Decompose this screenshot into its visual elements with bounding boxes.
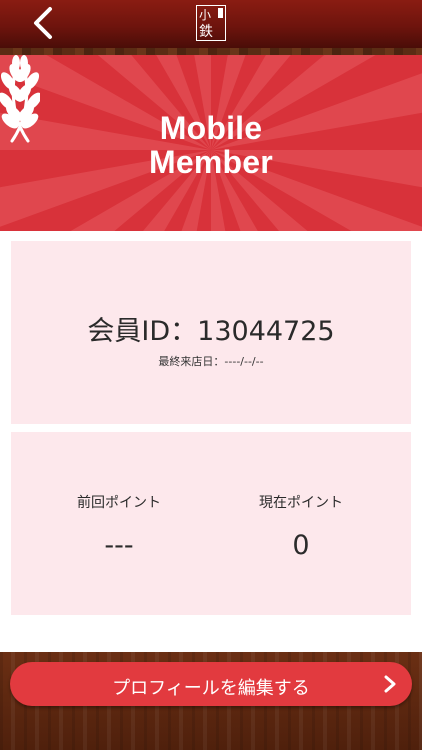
edit-profile-button[interactable]: プロフィールを編集する bbox=[10, 662, 412, 706]
previous-points: 前回ポイント --- bbox=[19, 492, 219, 561]
app-header: 小 鉄 bbox=[0, 0, 422, 48]
banner-title-line1: Mobile bbox=[159, 110, 263, 146]
svg-text:小: 小 bbox=[199, 8, 211, 22]
wood-divider bbox=[0, 48, 422, 55]
brand-logo: 小 鉄 bbox=[196, 5, 226, 41]
back-chevron-icon[interactable] bbox=[28, 6, 60, 40]
chevron-right-icon bbox=[384, 675, 396, 693]
current-points-value: 0 bbox=[292, 530, 310, 561]
banner-title-line2: Member bbox=[149, 144, 273, 180]
svg-text:鉄: 鉄 bbox=[199, 24, 213, 40]
footer-bar: プロフィールを編集する bbox=[0, 652, 422, 750]
member-id-card: 会員ID：13044725 最終来店日：----/--/-- bbox=[11, 241, 411, 424]
member-id-text: 会員ID：13044725 bbox=[87, 316, 335, 347]
edit-profile-label: プロフィールを編集する bbox=[112, 678, 310, 699]
current-points-label: 現在ポイント bbox=[259, 495, 343, 511]
mobile-member-banner: Mobile Member bbox=[0, 55, 422, 231]
points-card: 前回ポイント --- 現在ポイント 0 bbox=[11, 432, 411, 615]
previous-points-value: --- bbox=[104, 530, 134, 561]
previous-points-label: 前回ポイント bbox=[77, 495, 161, 511]
last-visit-date: 最終来店日：----/--/-- bbox=[158, 355, 264, 368]
current-points: 現在ポイント 0 bbox=[201, 492, 401, 561]
